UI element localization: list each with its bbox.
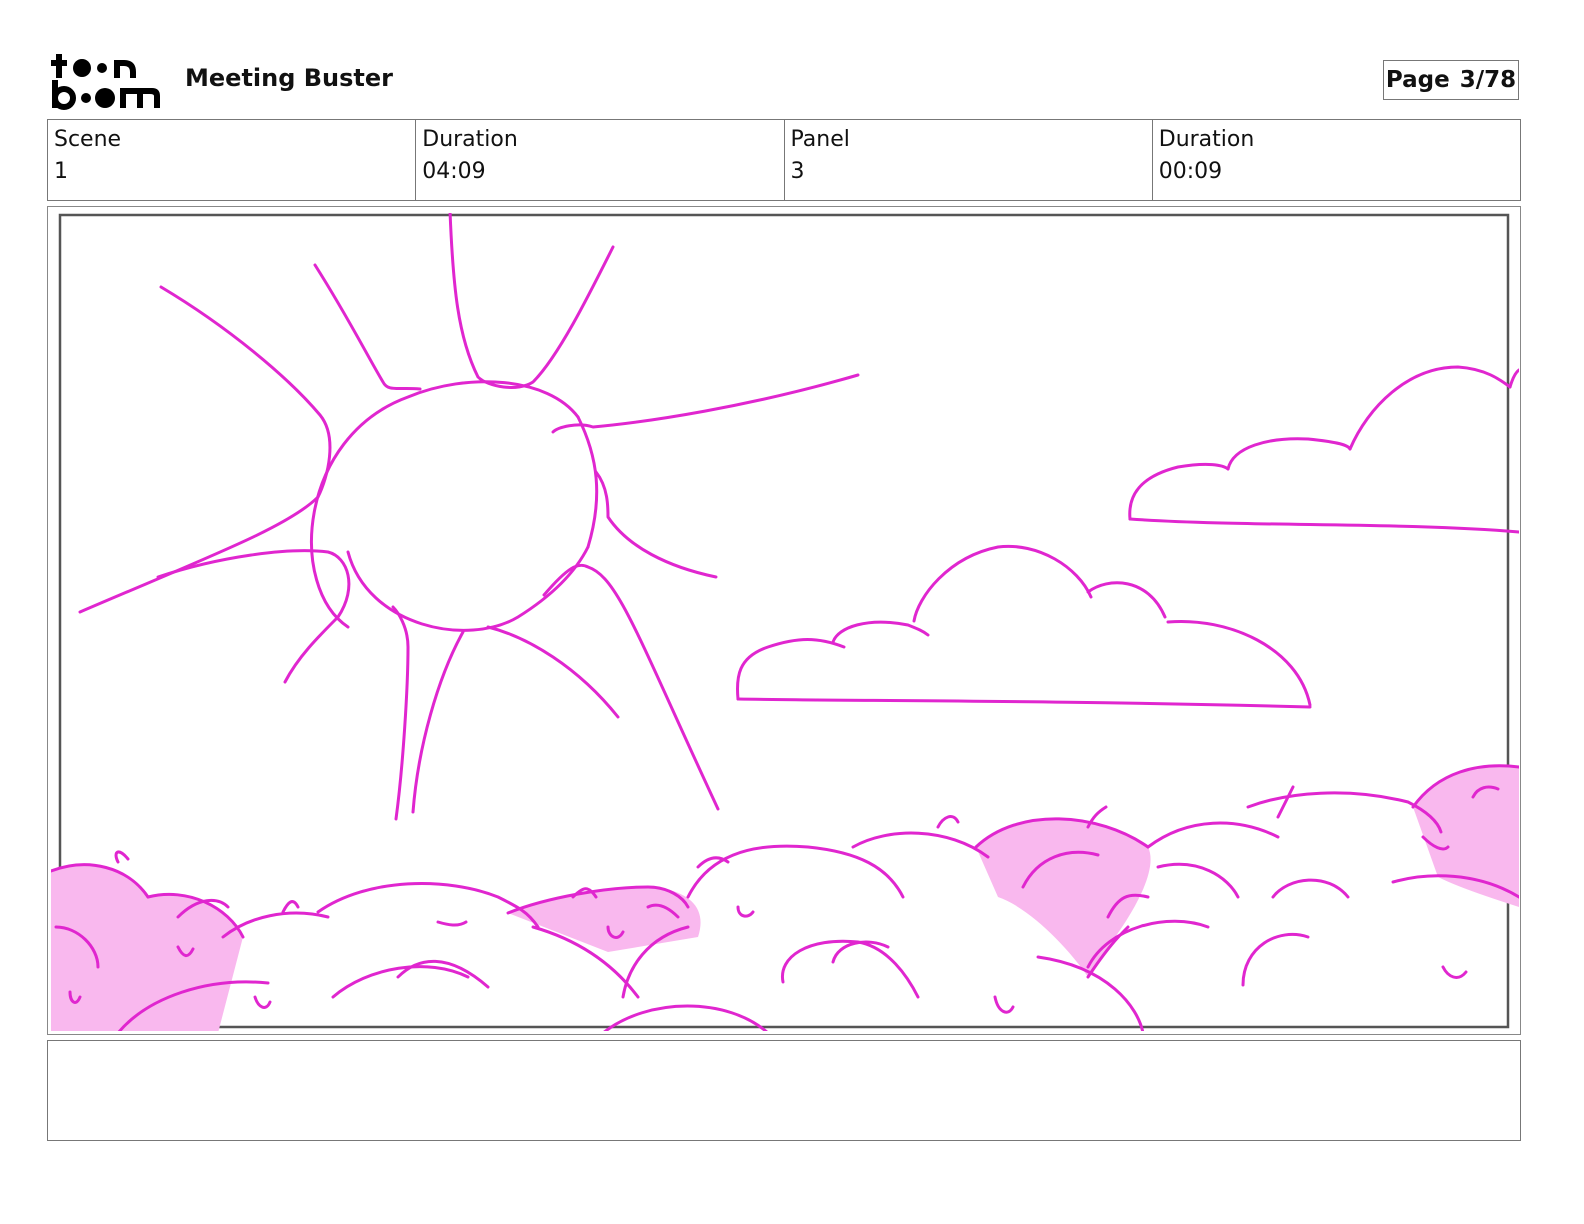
sun-drawing <box>78 213 860 821</box>
panel-value: 3 <box>790 159 805 184</box>
scene-label: Scene <box>54 127 122 152</box>
cloud-middle <box>736 544 1312 709</box>
storyboard-panel <box>47 206 1521 1035</box>
page-number: 3/78 <box>1459 67 1517 93</box>
page-indicator: Page 3/78 <box>1383 60 1519 100</box>
panel-duration-label: Duration <box>1158 127 1255 152</box>
bushes-outline <box>51 764 1519 1031</box>
scene-value: 1 <box>54 159 68 184</box>
panel-info-table: Scene 1 Duration 04:09 Panel 3 Duration … <box>47 119 1521 201</box>
project-title: Meeting Buster <box>185 64 394 92</box>
panel-cell: Panel 3 <box>783 120 1152 200</box>
scene-duration-cell: Duration 04:09 <box>415 120 783 200</box>
panel-duration-value: 00:09 <box>1158 159 1223 184</box>
panel-notes-box <box>47 1040 1521 1141</box>
scene-duration-label: Duration <box>422 127 518 152</box>
cloud-right <box>1128 365 1519 534</box>
page-label: Page <box>1385 67 1450 93</box>
panel-sketch <box>51 213 1519 1031</box>
panel-label: Panel <box>790 127 850 152</box>
bushes-pink <box>51 765 1519 1031</box>
scene-duration-value: 04:09 <box>422 159 486 184</box>
camera-frame <box>58 213 1510 1029</box>
toonboom-logo <box>50 50 166 112</box>
scene-cell: Scene 1 <box>48 120 415 200</box>
panel-duration-cell: Duration 00:09 <box>1151 120 1520 200</box>
